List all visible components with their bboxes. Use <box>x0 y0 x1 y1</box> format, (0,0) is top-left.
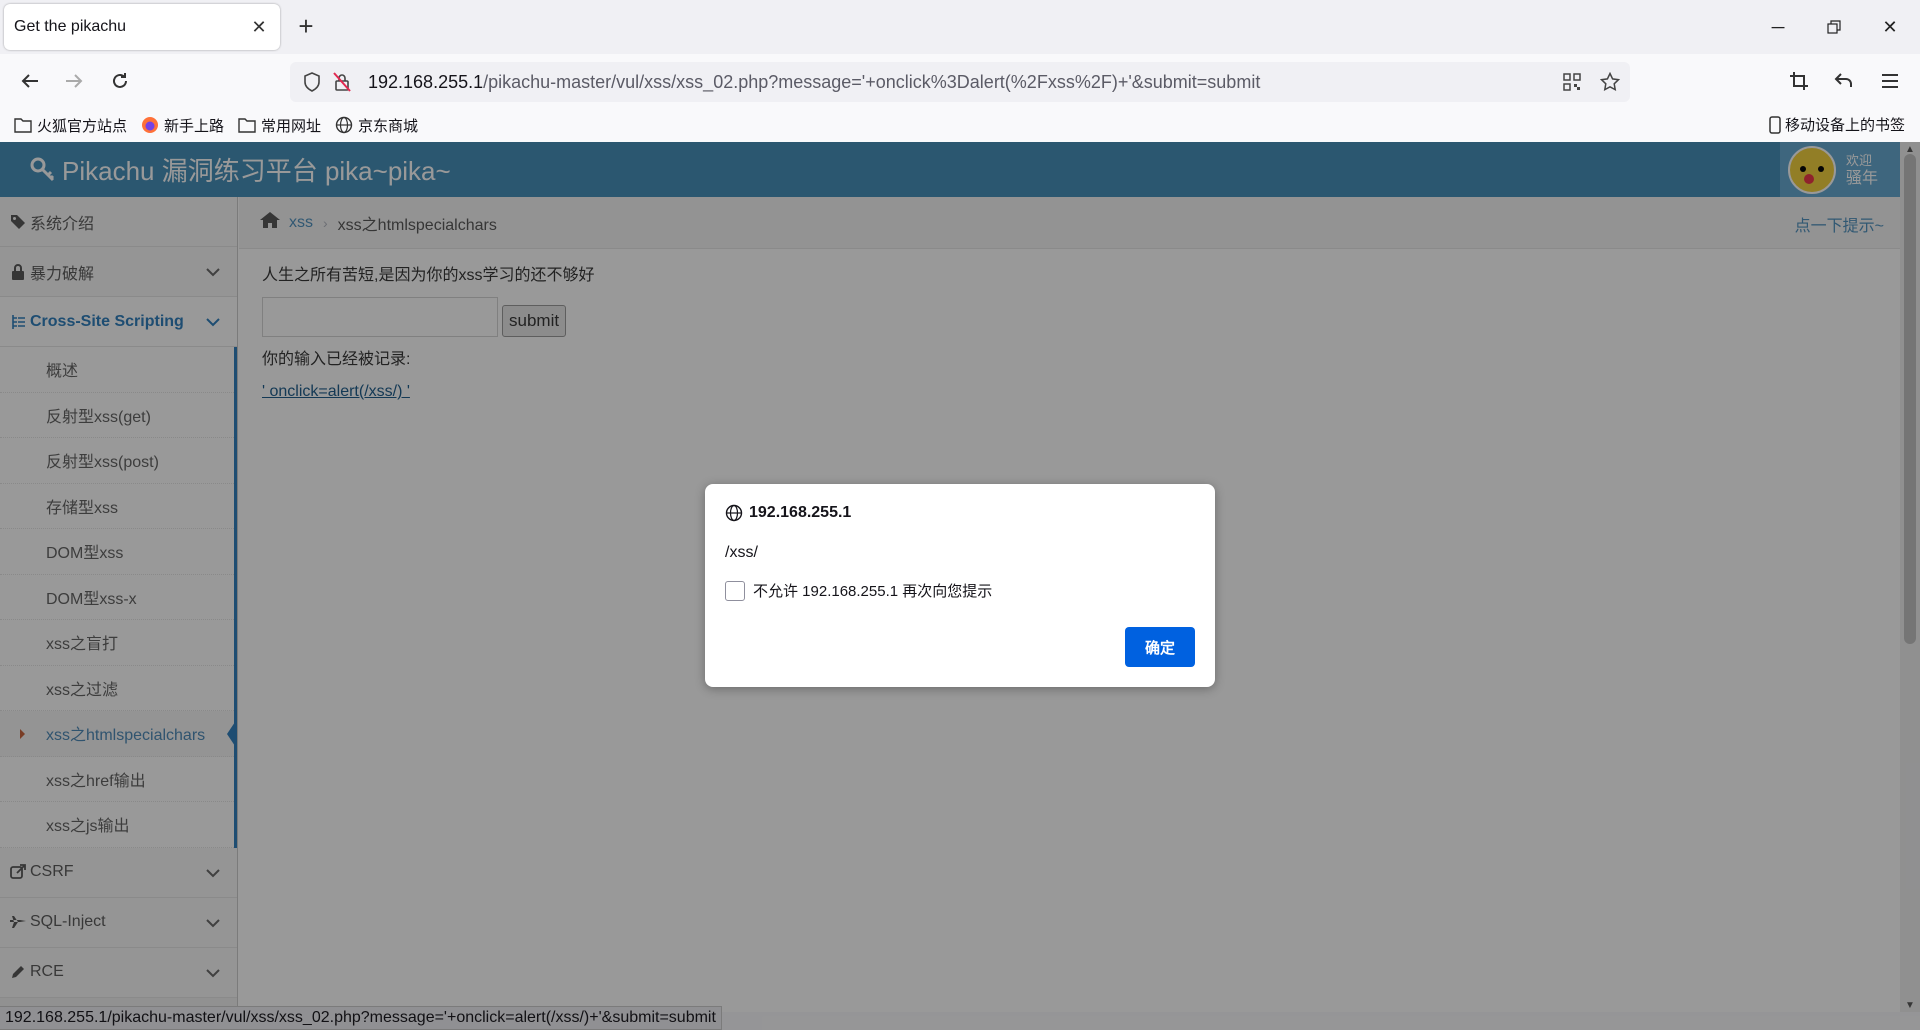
mobile-device-icon <box>1769 115 1781 134</box>
new-tab-plus-icon[interactable]: + <box>292 12 320 40</box>
bookmark-star-icon[interactable] <box>1596 68 1624 96</box>
shield-icon[interactable] <box>298 68 326 96</box>
qr-code-icon[interactable] <box>1558 68 1586 96</box>
dialog-header: 192.168.255.1 <box>725 504 1195 522</box>
firefox-icon <box>142 117 159 133</box>
reload-icon[interactable] <box>104 65 136 97</box>
tab-title: Get the pikachu <box>14 18 127 35</box>
suppress-prompts-option[interactable]: 不允许 192.168.255.1 再次向您提示 <box>725 580 1195 601</box>
dialog-message: /xss/ <box>725 544 758 561</box>
folder-icon <box>14 118 32 133</box>
minimize-icon[interactable]: ─ <box>1758 10 1798 44</box>
forward-arrow-icon[interactable] <box>58 65 90 97</box>
ok-button[interactable]: 确定 <box>1125 627 1195 667</box>
hamburger-menu-icon[interactable] <box>1874 65 1906 97</box>
url-bar[interactable]: 192.168.255.1/pikachu-master/vul/xss/xss… <box>290 62 1630 102</box>
suppress-checkbox-label: 不允许 192.168.255.1 再次向您提示 <box>753 583 993 600</box>
dialog-origin: 192.168.255.1 <box>749 504 852 521</box>
bookmark-item[interactable]: 常用网址 <box>238 115 321 136</box>
bookmarks-bar: 火狐官方站点 新手上路 常用网址 京东商城 移动设备上的书签 <box>0 108 1920 142</box>
insecure-lock-icon[interactable] <box>328 68 356 96</box>
browser-tab[interactable]: Get the pikachu ✕ <box>4 4 280 50</box>
browser-tab-bar: Get the pikachu ✕ + ─ ✕ <box>0 0 1920 54</box>
bookmark-item[interactable]: 新手上路 <box>141 115 224 136</box>
screenshot-crop-icon[interactable] <box>1783 65 1815 97</box>
alert-dialog: 192.168.255.1 /xss/ 不允许 192.168.255.1 再次… <box>705 484 1215 687</box>
back-arrow-icon[interactable] <box>14 65 46 97</box>
globe-icon <box>725 504 743 522</box>
bookmark-item[interactable]: 京东商城 <box>335 115 418 136</box>
tab-close-icon[interactable]: ✕ <box>248 16 270 38</box>
url-text: 192.168.255.1/pikachu-master/vul/xss/xss… <box>368 71 1261 92</box>
bookmark-item[interactable]: 火狐官方站点 <box>14 115 127 136</box>
browser-nav-bar: 192.168.255.1/pikachu-master/vul/xss/xss… <box>0 54 1920 108</box>
close-window-icon[interactable]: ✕ <box>1870 10 1910 44</box>
folder-icon <box>238 118 256 133</box>
suppress-checkbox[interactable] <box>725 580 745 601</box>
undo-arrow-icon[interactable] <box>1828 65 1860 97</box>
globe-icon <box>335 116 353 134</box>
restore-icon[interactable] <box>1814 10 1854 44</box>
mobile-bookmarks[interactable]: 移动设备上的书签 <box>1769 114 1905 135</box>
